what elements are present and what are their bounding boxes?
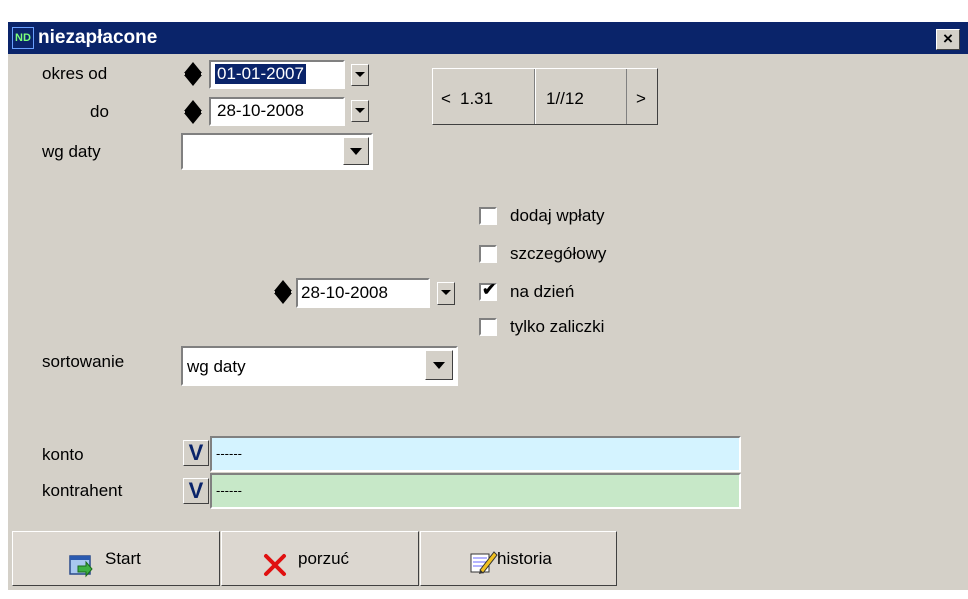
contractor-select-button[interactable]: V bbox=[183, 478, 209, 504]
chevron-down-icon bbox=[433, 362, 445, 369]
add-payments-label: dodaj wpłaty bbox=[510, 206, 605, 225]
pager-right-value: 1//12 bbox=[546, 89, 584, 108]
on-day-spinner[interactable] bbox=[273, 279, 293, 305]
period-from-spinner[interactable] bbox=[183, 61, 203, 87]
on-day-label: na dzień bbox=[510, 282, 575, 301]
by-date-label: wg daty bbox=[42, 142, 101, 161]
chevron-down-icon bbox=[441, 290, 451, 295]
close-button[interactable]: × bbox=[936, 29, 960, 50]
abandon-button[interactable]: porzuć bbox=[221, 531, 419, 586]
sorting-select[interactable]: wg daty bbox=[181, 346, 458, 386]
add-payments-checkbox[interactable] bbox=[479, 207, 497, 225]
start-arrow-icon bbox=[68, 546, 94, 599]
window-title: niezapłacone bbox=[38, 27, 158, 48]
period-to-dropdown-button[interactable] bbox=[351, 100, 369, 122]
pager-next-button[interactable]: > bbox=[636, 89, 646, 109]
contractor-value: ------ bbox=[216, 483, 242, 498]
period-from-date-value: 01-01-2007 bbox=[215, 64, 306, 84]
period-to-date-value: 28-10-2008 bbox=[217, 101, 304, 120]
chevron-down-icon bbox=[350, 148, 362, 155]
account-value: ------ bbox=[216, 446, 242, 461]
app-logo-icon: ND bbox=[12, 27, 34, 49]
period-from-label: okres od bbox=[42, 64, 108, 83]
sorting-label: sortowanie bbox=[42, 352, 125, 371]
notepad-pencil-icon bbox=[468, 544, 498, 597]
start-label: Start bbox=[105, 549, 141, 568]
on-day-date-field[interactable]: 28-10-2008 bbox=[296, 278, 430, 308]
chevron-down-icon bbox=[355, 72, 365, 77]
spin-down-icon[interactable] bbox=[184, 75, 202, 86]
period-from-dropdown-button[interactable] bbox=[351, 64, 369, 86]
on-day-date-value: 28-10-2008 bbox=[301, 283, 388, 302]
spin-down-icon[interactable] bbox=[274, 293, 292, 304]
on-day-dropdown-button[interactable] bbox=[437, 282, 455, 305]
start-button[interactable]: Start bbox=[12, 531, 220, 586]
abandon-label: porzuć bbox=[298, 549, 350, 568]
spin-up-icon[interactable] bbox=[184, 100, 202, 111]
by-date-dropdown-button[interactable] bbox=[343, 137, 369, 165]
spin-up-icon[interactable] bbox=[184, 62, 202, 73]
spin-down-icon[interactable] bbox=[184, 113, 202, 124]
red-x-icon bbox=[262, 546, 288, 599]
period-to-date-field[interactable]: 28-10-2008 bbox=[209, 97, 345, 126]
chevron-down-icon bbox=[355, 108, 365, 113]
sorting-value: wg daty bbox=[187, 357, 246, 376]
on-day-checkbox[interactable]: ✔ bbox=[479, 280, 497, 301]
advances-only-checkbox[interactable] bbox=[479, 318, 497, 336]
check-mark-icon: ✔ bbox=[482, 280, 497, 299]
contractor-field[interactable]: ------ bbox=[210, 473, 741, 509]
pager-prev-button[interactable]: < bbox=[441, 89, 451, 109]
history-button[interactable]: historia bbox=[420, 531, 617, 586]
advances-only-label: tylko zaliczki bbox=[510, 317, 605, 336]
pager-left-value: 1.31 bbox=[460, 89, 494, 108]
period-to-label: do bbox=[90, 102, 109, 121]
period-from-date-field[interactable]: 01-01-2007 bbox=[209, 60, 345, 89]
detailed-checkbox[interactable] bbox=[479, 245, 497, 263]
account-field[interactable]: ------ bbox=[210, 436, 741, 472]
contractor-label: kontrahent bbox=[42, 481, 123, 500]
account-label: konto bbox=[42, 445, 84, 464]
detailed-label: szczegółowy bbox=[510, 244, 607, 263]
sorting-dropdown-button[interactable] bbox=[425, 350, 453, 380]
history-label: historia bbox=[497, 549, 552, 568]
spin-up-icon[interactable] bbox=[274, 280, 292, 291]
account-select-button[interactable]: V bbox=[183, 440, 209, 466]
period-to-spinner[interactable] bbox=[183, 99, 203, 125]
